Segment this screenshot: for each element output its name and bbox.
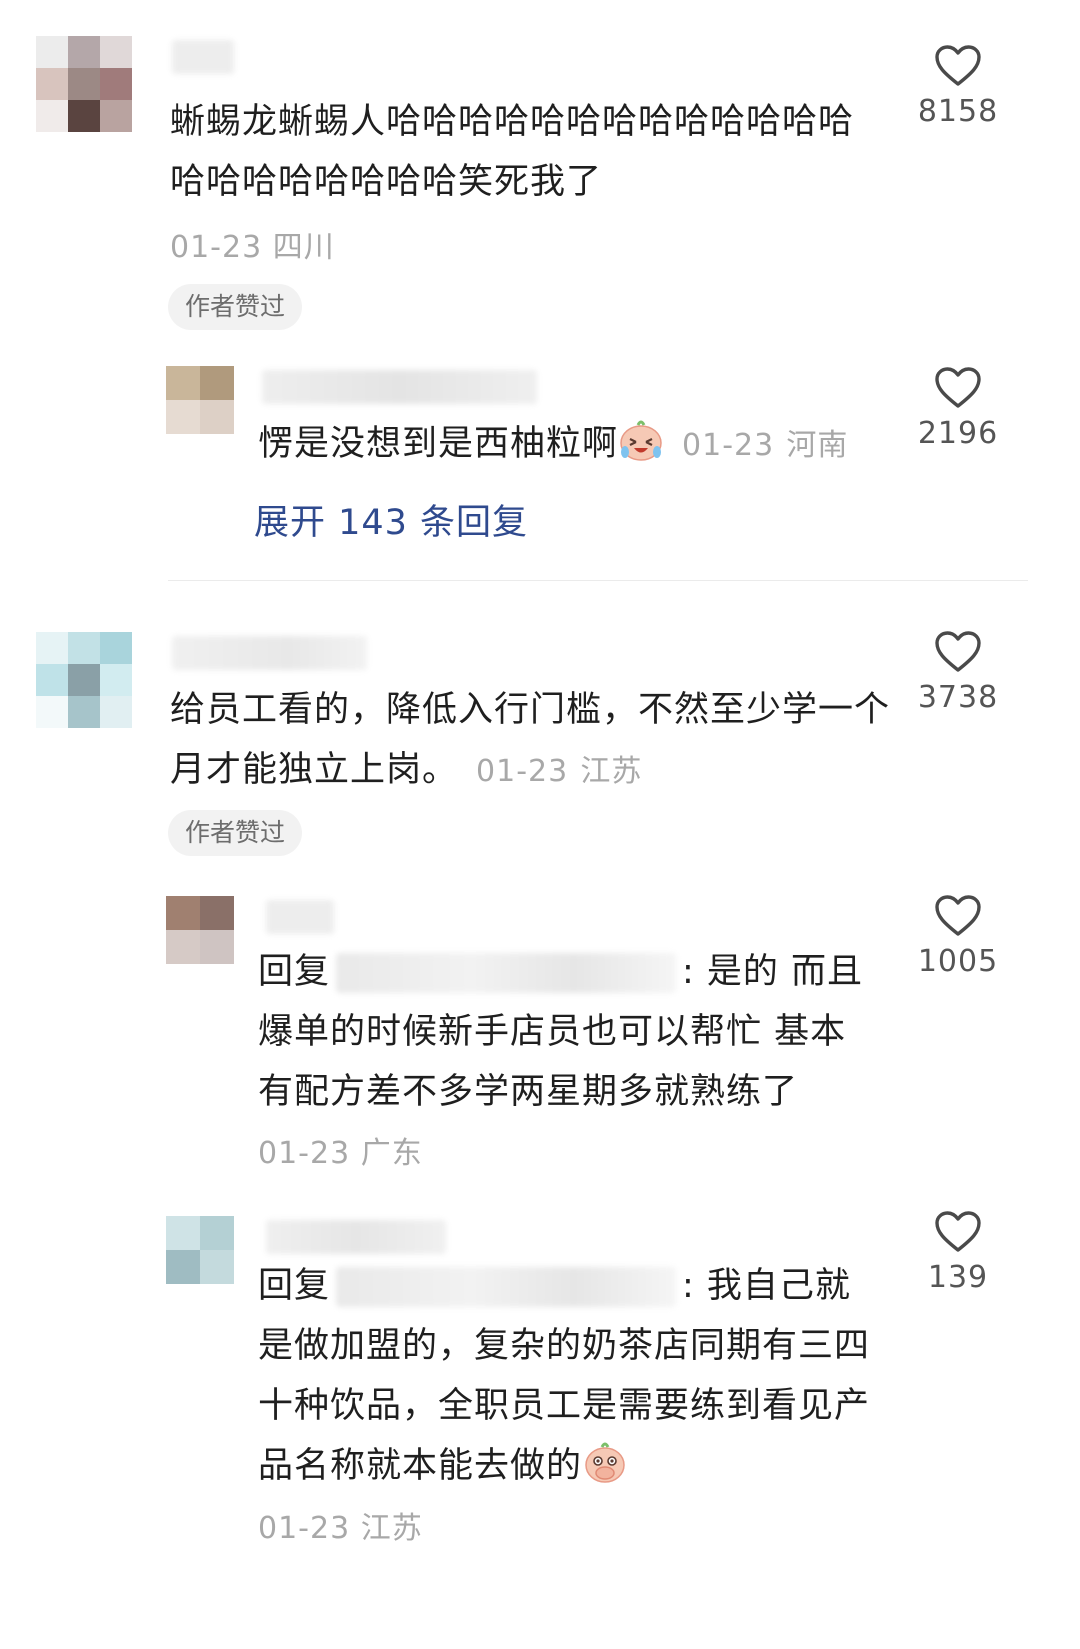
comment-date: 01-23 bbox=[476, 754, 569, 789]
reply-location: 广东 bbox=[360, 1136, 423, 1171]
divider bbox=[168, 580, 1028, 581]
reply-location: 江苏 bbox=[360, 1511, 423, 1546]
username[interactable] bbox=[172, 40, 234, 74]
like-count: 3738 bbox=[917, 680, 999, 715]
comment-location: 四川 bbox=[272, 230, 335, 265]
like-count: 1005 bbox=[917, 944, 999, 979]
like-button[interactable]: 8158 bbox=[913, 44, 1003, 129]
reply-meta: 01-23 江苏 bbox=[258, 1503, 423, 1547]
avatar[interactable] bbox=[166, 1216, 234, 1284]
comment-location: 江苏 bbox=[580, 754, 643, 789]
laughing-crying-emoji bbox=[620, 420, 662, 461]
reply-location: 河南 bbox=[786, 428, 849, 463]
reply-text: 回复: 我自己就是做加盟的，复杂的奶茶店同期有三四十种饮品，全职员工是需要练到看… bbox=[258, 1266, 871, 1486]
like-button[interactable]: 2196 bbox=[913, 366, 1003, 451]
avatar[interactable] bbox=[36, 632, 132, 728]
heart-icon bbox=[935, 1211, 981, 1252]
comment-date: 01-23 bbox=[170, 230, 263, 265]
username[interactable] bbox=[266, 1220, 446, 1254]
username[interactable] bbox=[266, 900, 334, 934]
comment-text: 蜥蜴龙蜥蜴人哈哈哈哈哈哈哈哈哈哈哈哈哈哈哈哈哈哈哈哈哈笑死我了 bbox=[170, 102, 855, 202]
like-count: 2196 bbox=[917, 416, 999, 451]
reply-to-username[interactable] bbox=[336, 953, 677, 993]
username[interactable] bbox=[262, 370, 537, 404]
author-liked-badge: 作者赞过 bbox=[168, 810, 303, 856]
heart-icon bbox=[935, 367, 981, 408]
comment-meta: 01-23 四川 bbox=[170, 222, 335, 266]
reply-date: 01-23 bbox=[258, 1511, 351, 1546]
heart-icon bbox=[935, 895, 981, 936]
heart-icon bbox=[935, 45, 981, 86]
covering-mouth-emoji bbox=[585, 1442, 625, 1483]
reply-prefix: 回复 bbox=[258, 952, 331, 992]
avatar[interactable] bbox=[166, 896, 234, 964]
author-liked-badge: 作者赞过 bbox=[168, 284, 303, 330]
expand-replies-link[interactable]: 展开 143 条回复 bbox=[254, 494, 528, 545]
heart-icon bbox=[935, 631, 981, 672]
reply-text: 愣是没想到是西柚粒啊 01-23 河南 bbox=[258, 414, 898, 476]
like-button[interactable]: 139 bbox=[913, 1210, 1003, 1295]
like-button[interactable]: 1005 bbox=[913, 894, 1003, 979]
avatar[interactable] bbox=[36, 36, 132, 132]
like-count: 8158 bbox=[917, 94, 999, 129]
username[interactable] bbox=[172, 636, 367, 670]
like-button[interactable]: 3738 bbox=[913, 630, 1003, 715]
reply-date: 01-23 bbox=[258, 1136, 351, 1171]
like-count: 139 bbox=[927, 1260, 989, 1295]
reply-text: 回复: 是的 而且爆单的时候新手店员也可以帮忙 基本有配方差不多学两星期多就熟练… bbox=[258, 952, 864, 1112]
avatar[interactable] bbox=[166, 366, 234, 434]
reply-meta: 01-23 广东 bbox=[258, 1128, 423, 1172]
comment-text: 给员工看的，降低入行门槛，不然至少学一个月才能独立上岗。 01-23 江苏 bbox=[170, 690, 891, 790]
reply-prefix: 回复 bbox=[258, 1266, 331, 1306]
reply-date: 01-23 bbox=[682, 428, 775, 463]
reply-to-username[interactable] bbox=[336, 1267, 677, 1307]
